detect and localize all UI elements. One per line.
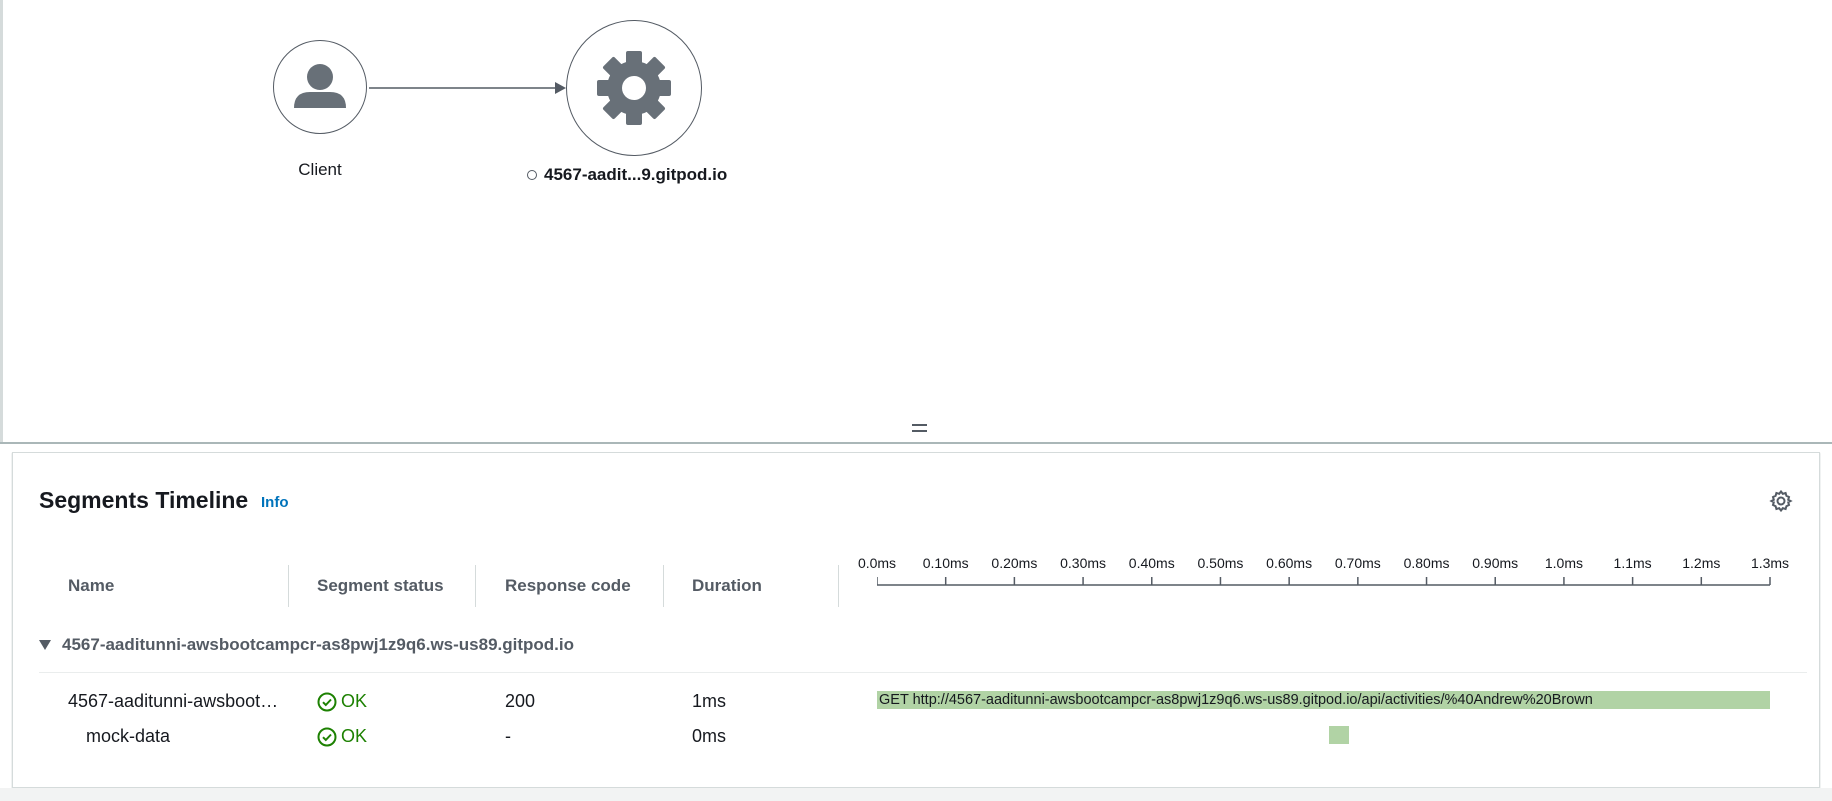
service-label[interactable]: 4567-aadit...9.gitpod.io <box>527 165 727 185</box>
splitter-divider[interactable] <box>0 442 1832 444</box>
column-divider[interactable] <box>288 565 289 607</box>
status-text: OK <box>341 691 368 711</box>
response-code: 200 <box>505 691 536 711</box>
segment-name[interactable]: 4567-aaditunni-awsboot… <box>68 691 278 712</box>
axis-tick-label: 0.40ms <box>1128 555 1175 571</box>
axis-tick-label: 1.0ms <box>1544 555 1583 571</box>
duration: 1ms <box>692 691 727 711</box>
duration: 0ms <box>692 726 727 746</box>
column-divider[interactable] <box>663 565 664 607</box>
axis-tick-label: 0.50ms <box>1197 555 1244 571</box>
user-icon <box>293 63 346 108</box>
axis-tick-label: 0.20ms <box>991 555 1038 571</box>
column-header-name[interactable]: Name <box>68 576 114 596</box>
axis-tick-label: 1.1ms <box>1613 555 1652 571</box>
status-badge: OK <box>317 691 367 712</box>
service-map[interactable]: Client 4567-aadit...9.gitpod.io <box>0 0 1832 443</box>
column-header-response[interactable]: Response code <box>505 576 631 596</box>
service-label-text: 4567-aadit...9.gitpod.io <box>544 165 728 184</box>
axis-tick-label: 0.10ms <box>922 555 969 571</box>
segments-timeline-panel: Segments Timeline Info Name Segment stat… <box>12 452 1820 788</box>
segment-group-label: 4567-aaditunni-awsbootcampcr-as8pwj1z9q6… <box>62 635 575 654</box>
timeline-bar[interactable]: GET http://4567-aaditunni-awsbootcampcr-… <box>877 691 1770 709</box>
axis-tick-label: 0.70ms <box>1334 555 1381 571</box>
settings-gear-icon[interactable] <box>1769 489 1793 513</box>
timeline-axis <box>877 577 1771 586</box>
timeline-bar[interactable] <box>1329 726 1349 744</box>
edge-arrow[interactable] <box>369 80 569 96</box>
column-header-status[interactable]: Segment status <box>317 576 444 596</box>
info-link[interactable]: Info <box>261 494 289 511</box>
check-circle-icon <box>317 727 337 746</box>
column-divider[interactable] <box>475 565 476 607</box>
axis-tick-label: 1.3ms <box>1750 555 1790 571</box>
column-divider[interactable] <box>838 565 839 607</box>
axis-tick-label: 1.2ms <box>1682 555 1721 571</box>
check-circle-icon <box>317 692 337 711</box>
segment-name[interactable]: mock-data <box>86 726 170 747</box>
response-code: - <box>505 726 511 746</box>
gear-icon <box>596 50 671 125</box>
axis-tick-label: 0.30ms <box>1060 555 1107 571</box>
page-bottom-strip <box>0 788 1832 801</box>
column-header-duration[interactable]: Duration <box>692 576 762 596</box>
service-node[interactable] <box>566 20 702 156</box>
axis-tick-label: 0.80ms <box>1403 555 1450 571</box>
caret-down-icon[interactable] <box>39 640 51 650</box>
client-label: Client <box>298 160 342 179</box>
axis-tick-label: 0.90ms <box>1472 555 1519 571</box>
segment-group-row[interactable]: 4567-aaditunni-awsbootcampcr-as8pwj1z9q6… <box>39 635 574 655</box>
group-divider <box>39 672 1807 673</box>
status-badge: OK <box>317 726 367 747</box>
status-text: OK <box>341 726 368 746</box>
panel-title: Segments Timeline <box>39 487 249 513</box>
client-node[interactable] <box>273 40 367 134</box>
axis-tick-label: 0.0ms <box>857 555 897 571</box>
status-ring-icon <box>527 170 537 180</box>
resize-handle[interactable] <box>909 421 931 435</box>
axis-tick-label: 0.60ms <box>1266 555 1313 571</box>
